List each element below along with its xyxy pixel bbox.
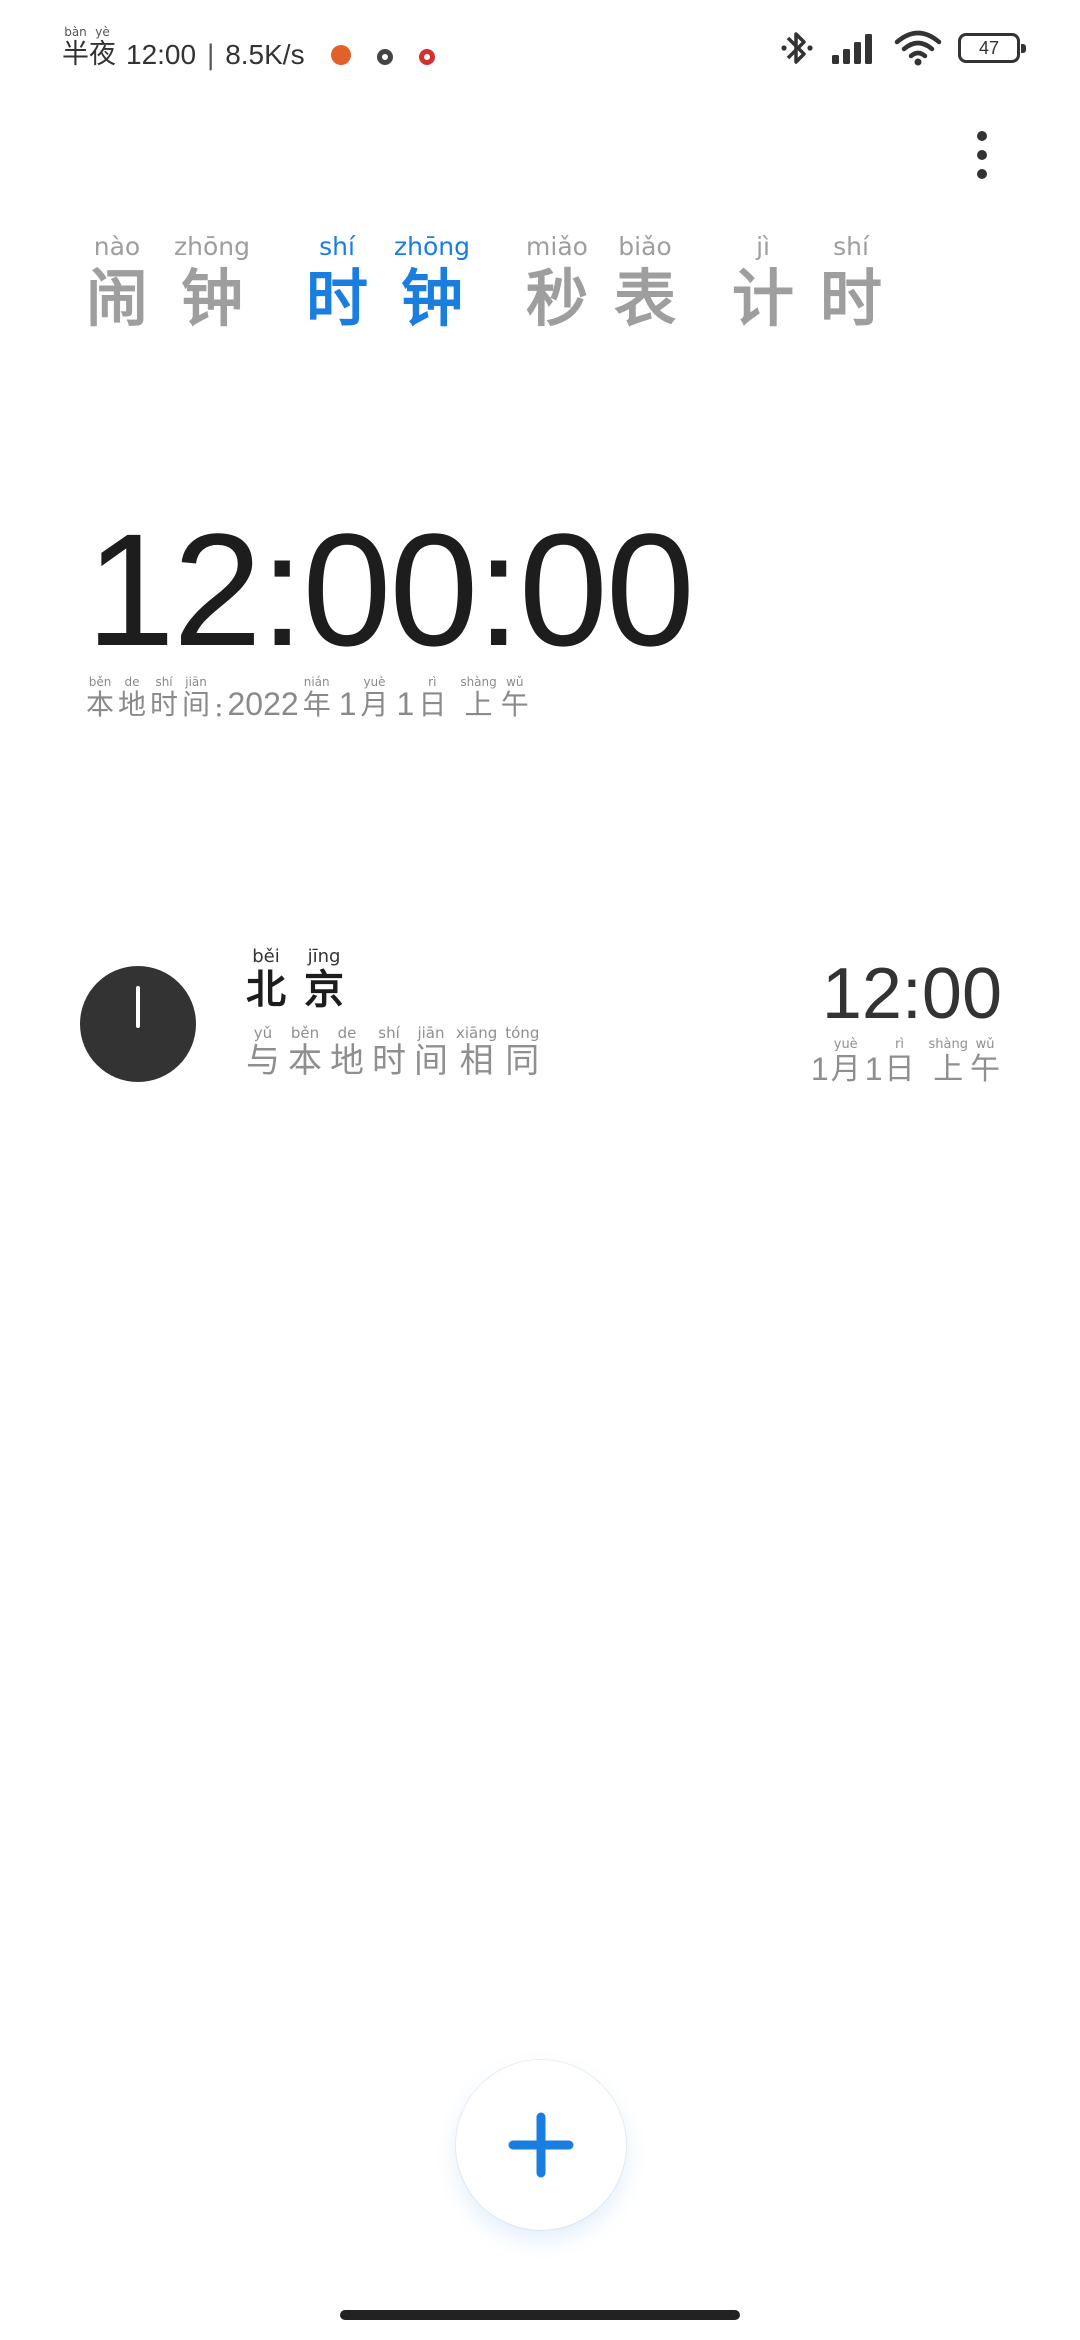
tab-char: 闹nào — [86, 232, 149, 335]
more-options-button[interactable] — [960, 120, 1004, 190]
ampm-char: 上shàng — [460, 675, 497, 721]
date-colon: : — [214, 690, 224, 723]
more-dot — [977, 131, 987, 141]
battery-icon: 47 — [958, 33, 1026, 63]
main-time: 12:00:00 — [86, 500, 695, 679]
city-name: 北běi 京jīng — [246, 946, 362, 1015]
bluetooth-icon — [781, 32, 813, 64]
tab-clock[interactable]: 时shí 钟zhōng — [306, 232, 470, 334]
city-char: 京jīng — [304, 946, 344, 1013]
tab-char: 时shí — [306, 232, 369, 335]
ampm-char: 午wǔ — [500, 675, 529, 721]
local-date: 本běn 地de 时shí 间jiān : 2022 年nián 1 月yuè … — [86, 675, 533, 723]
date-char: 日rì — [418, 675, 447, 721]
status-period-char: 半bàn — [62, 25, 89, 70]
city-month: 1 — [810, 1051, 829, 1087]
diff-char: 相xiāng — [456, 1024, 498, 1081]
tab-bar: 闹nào 钟zhōng 时shí 钟zhōng 秒miǎo 表biǎo 计jì 时shí — [86, 232, 882, 334]
weather-icon — [376, 49, 393, 65]
tab-timer[interactable]: 计jì 时shí — [732, 232, 882, 334]
status-separator: | — [206, 40, 216, 71]
date-day: 1 — [396, 686, 415, 722]
city-char: 北běi — [246, 946, 286, 1013]
city-time: 12:00 — [821, 954, 1002, 1034]
diff-char: 同tóng — [505, 1024, 540, 1081]
tab-char: 钟zhōng — [394, 232, 470, 335]
date-char: 月yuè — [360, 675, 389, 721]
tab-alarm[interactable]: 闹nào 钟zhōng — [86, 232, 250, 334]
status-right: 47 — [780, 28, 1026, 68]
date-char: 本běn — [86, 675, 115, 721]
tab-stopwatch[interactable]: 秒miǎo 表biǎo — [526, 232, 676, 334]
diff-char: 地de — [330, 1024, 364, 1081]
status-left: 半bàn 夜yè 12:00 | 8.5K/s — [62, 25, 435, 71]
wifi-icon — [894, 30, 942, 66]
status-bar: 半bàn 夜yè 12:00 | 8.5K/s 47 — [0, 0, 1080, 96]
battery-level: 47 — [978, 37, 1000, 58]
status-time: 12:00 — [126, 39, 197, 70]
diff-char: 本běn — [288, 1024, 322, 1081]
time-difference: 与yǔ本běn地de时shí间jiān相xiāng同tóng — [246, 1024, 547, 1082]
more-dot — [977, 169, 987, 179]
city-day: 1 — [864, 1051, 883, 1087]
home-indicator[interactable] — [340, 2310, 740, 2320]
date-month: 1 — [338, 686, 357, 722]
date-char: 日rì — [884, 1037, 915, 1087]
date-year: 2022 — [227, 686, 299, 722]
tab-char: 秒miǎo — [526, 232, 589, 335]
date-char: 年nián — [302, 675, 331, 721]
date-char: 地de — [118, 675, 147, 721]
status-period-char: 夜yè — [89, 25, 116, 70]
tab-char: 钟zhōng — [174, 232, 250, 335]
ampm-char: 上shàng — [928, 1037, 968, 1087]
add-city-button[interactable] — [456, 2060, 626, 2230]
tab-char: 计jì — [732, 232, 795, 335]
diff-char: 与yǔ — [246, 1024, 280, 1081]
diff-char: 间jiān — [414, 1024, 448, 1081]
cellular-signal-icon — [832, 34, 872, 64]
tab-char: 表biǎo — [614, 232, 677, 335]
tab-char: 时shí — [820, 232, 883, 335]
world-clock-item[interactable]: 北běi 京jīng 与yǔ本běn地de时shí间jiān相xiāng同tóng… — [0, 940, 1080, 1090]
network-speed: 8.5K/s — [225, 39, 305, 70]
date-char: 时shí — [150, 675, 179, 721]
plus-icon — [508, 2112, 574, 2178]
date-char: 间jiān — [182, 675, 211, 721]
analog-clock-icon — [80, 966, 196, 1082]
date-char: 月yuè — [830, 1037, 861, 1087]
app-notification-icon — [330, 45, 351, 65]
diff-char: 时shí — [372, 1024, 406, 1081]
clock-hand — [136, 986, 140, 1028]
city-date: 1 月yuè 1 日rì 上shàng 午wǔ — [809, 1037, 1002, 1088]
camera-notification-icon — [418, 49, 435, 65]
ampm-char: 午wǔ — [970, 1037, 1000, 1087]
more-dot — [977, 150, 987, 160]
